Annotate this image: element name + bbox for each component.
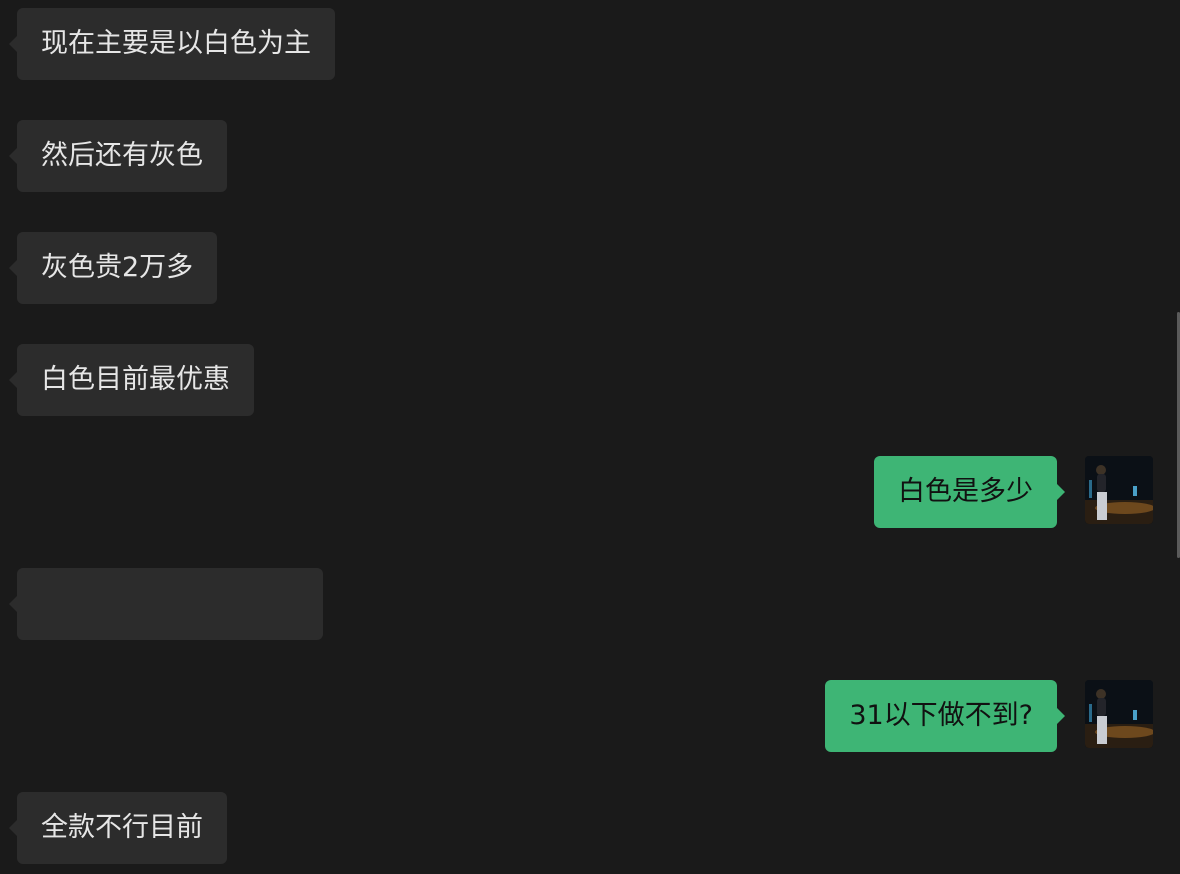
outgoing-message-bubble[interactable]: 白色是多少	[874, 456, 1065, 528]
incoming-message-bubble[interactable]: 现在主要是以白色为主	[9, 8, 335, 80]
message-text: 灰色贵2万多	[41, 252, 194, 283]
avatar-photo-icon	[1085, 680, 1153, 748]
incoming-message-bubble[interactable]: 全款不行目前	[9, 792, 227, 864]
message-text: 现在主要是以白色为主	[41, 28, 311, 59]
outgoing-message-bubble[interactable]: 31以下做不到?	[825, 680, 1065, 752]
user-avatar[interactable]	[1085, 680, 1153, 748]
incoming-message-bubble[interactable]	[9, 568, 323, 640]
user-avatar[interactable]	[1085, 456, 1153, 524]
message-text: 白色目前最优惠	[41, 364, 230, 395]
incoming-message-bubble[interactable]: 然后还有灰色	[9, 120, 227, 192]
chat-message-list[interactable]: 现在主要是以白色为主 然后还有灰色 灰色贵2万多 白色目前最优惠 白色是多少 3…	[0, 0, 1180, 874]
message-text: 白色是多少	[898, 476, 1033, 507]
avatar-photo-icon	[1085, 456, 1153, 524]
message-text: 31以下做不到?	[849, 700, 1033, 731]
incoming-message-bubble[interactable]: 灰色贵2万多	[8, 232, 218, 304]
incoming-message-bubble[interactable]: 白色目前最优惠	[9, 344, 254, 416]
message-text: 然后还有灰色	[41, 140, 203, 171]
message-text: 全款不行目前	[41, 812, 203, 843]
